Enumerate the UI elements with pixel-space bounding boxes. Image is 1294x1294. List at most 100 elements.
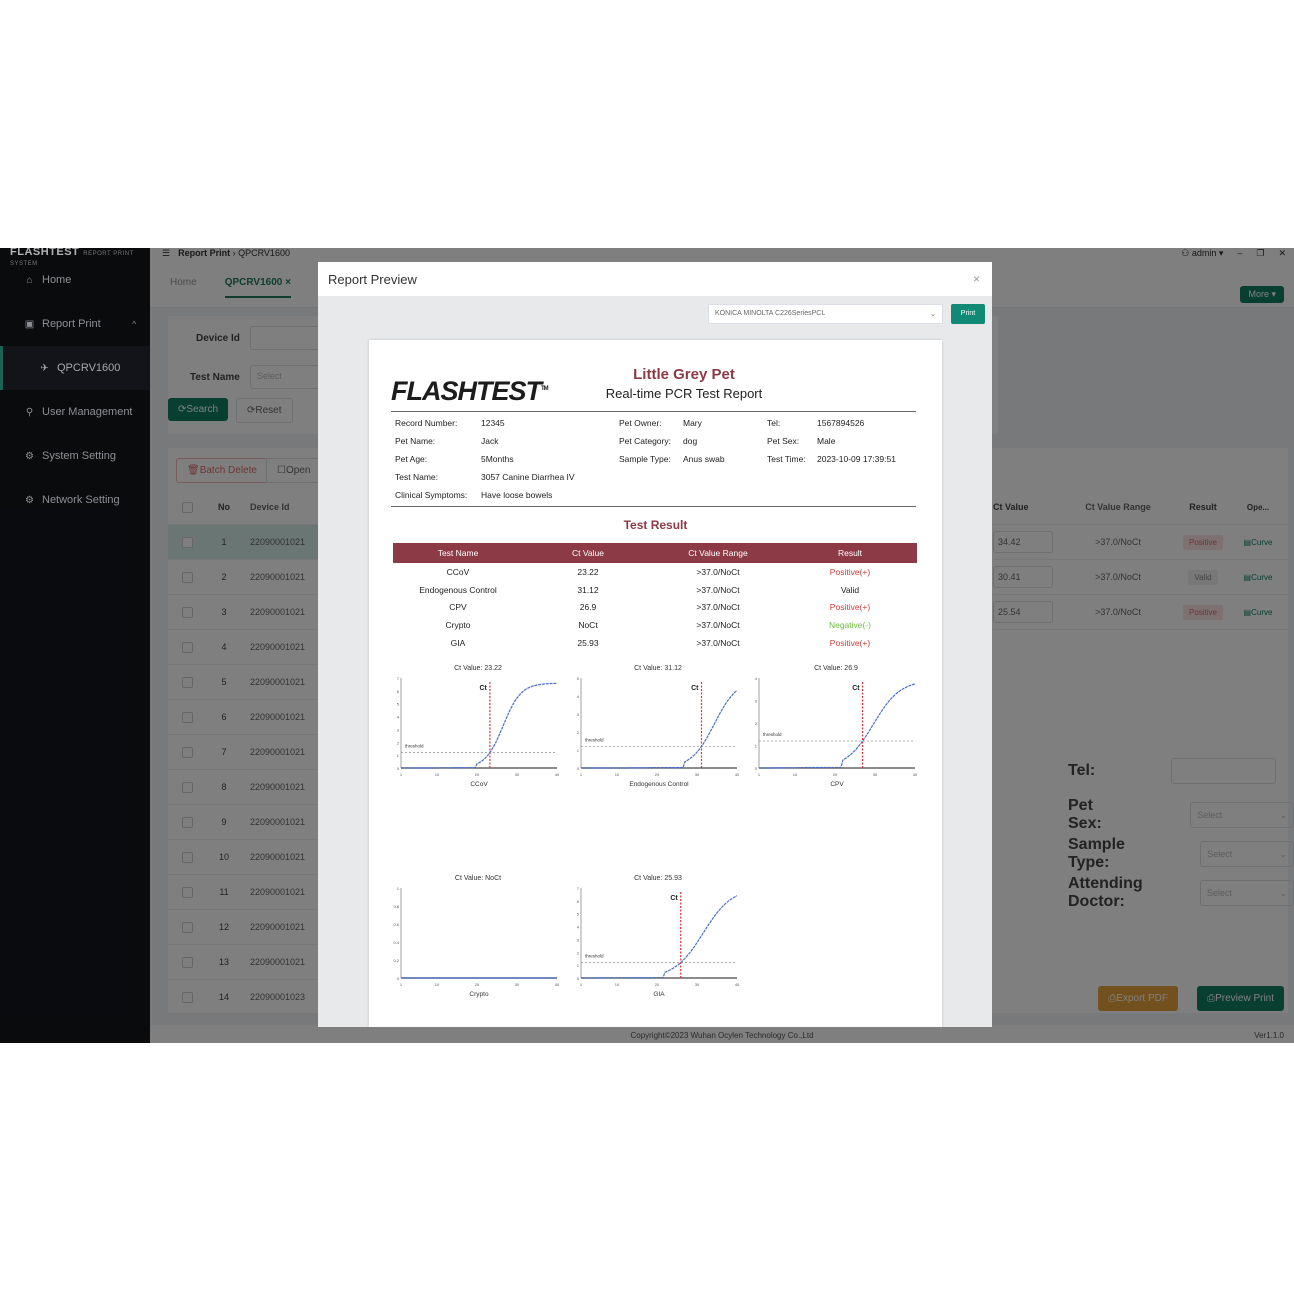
pet-sex: Male (817, 436, 836, 446)
chevron-down-icon: ⌄ (930, 311, 936, 318)
info-label: Test Time: (767, 454, 806, 464)
brand-logo: FLASHTESTTM (391, 376, 549, 406)
result-status: Positive(+) (829, 602, 871, 613)
x-tick-label: 1 (580, 982, 583, 987)
amplification-curve (401, 682, 558, 769)
y-tick-label: 4 (577, 925, 580, 930)
threshold-label: threshold (585, 737, 604, 742)
pet-name: Jack (481, 436, 499, 446)
result-test-name: Endogenous Control (419, 584, 497, 595)
amplification-curve (581, 690, 738, 769)
chart-title: Ct Value: 26.9 (814, 665, 858, 672)
y-tick-label: 0.8 (393, 904, 399, 909)
close-icon[interactable]: × (973, 272, 980, 286)
x-axis-label: CPV (830, 781, 844, 788)
x-tick-label: 40 (555, 982, 560, 987)
result-test-name: CPV (449, 602, 467, 613)
y-tick-label: 2 (397, 740, 400, 745)
result-table: Test Name Ct Value Ct Value Range Result… (393, 543, 917, 652)
y-tick-label: 0 (397, 766, 400, 771)
report-preview-modal: Report Preview × KONICA MINOLTA C226Seri… (318, 262, 992, 1027)
chart-title: Ct Value: NoCt (455, 875, 501, 882)
ct-label: Ct (479, 685, 487, 692)
result-ct-value: 26.9 (579, 602, 597, 613)
y-tick-label: 0.2 (393, 958, 399, 963)
printer-name: KONICA MINOLTA C226SeriesPCL (715, 310, 826, 317)
result-table-header: Test Name Ct Value Ct Value Range Result (393, 543, 917, 563)
info-label: Pet Sex: (767, 436, 800, 446)
x-tick-label: 30 (873, 772, 878, 777)
result-ct-range: >37.0/NoCt (696, 602, 740, 613)
result-ct-value: 23.22 (577, 566, 599, 577)
y-tick-label: 6 (397, 689, 400, 694)
result-ct-value: 25.93 (577, 638, 599, 649)
result-status: Positive(+) (829, 566, 871, 577)
x-tick-label: 20 (655, 772, 660, 777)
y-tick-label: 1 (577, 748, 580, 753)
result-row: Endogenous Control 31.12 >37.0/NoCt Valid (393, 581, 917, 599)
test-time: 2023-10-09 17:39:51 (817, 454, 896, 464)
x-tick-label: 20 (655, 982, 660, 987)
result-status: Negative(-) (828, 620, 872, 631)
info-label: Tel: (767, 418, 781, 428)
column-result: Result (837, 548, 863, 558)
divider (391, 411, 916, 412)
y-tick-label: 0 (755, 766, 758, 771)
y-tick-label: 1 (577, 963, 580, 968)
pet-category: dog (683, 436, 698, 446)
result-ct-range: >37.0/NoCt (696, 584, 740, 595)
y-tick-label: 1 (397, 886, 400, 891)
report-title: Real-time PCR Test Report (605, 386, 763, 401)
pet-owner: Mary (683, 418, 702, 428)
y-tick-label: 5 (397, 702, 400, 707)
x-tick-label: 1 (580, 772, 583, 777)
y-tick-label: 0 (577, 766, 580, 771)
divider (391, 506, 916, 507)
x-tick-label: 10 (793, 772, 798, 777)
y-tick-label: 4 (397, 715, 400, 720)
info-label: Sample Type: (619, 454, 671, 464)
result-ct-range: >37.0/NoCt (696, 638, 740, 649)
amplification-curve (759, 683, 916, 769)
result-row: GIA 25.93 >37.0/NoCt Positive(+) (393, 634, 917, 652)
sidebar-overlay (0, 248, 150, 1043)
result-ct-value: NoCt (578, 620, 598, 631)
y-tick-label: 5 (577, 912, 580, 917)
y-tick-label: 4 (577, 694, 580, 699)
ct-label: Ct (670, 895, 678, 902)
y-tick-label: 1 (397, 753, 400, 758)
x-tick-label: 20 (475, 982, 480, 987)
column-ct-range: Ct Value Range (688, 548, 748, 558)
print-button[interactable]: Print (951, 304, 985, 324)
y-tick-label: 3 (755, 699, 758, 704)
y-tick-label: 3 (577, 937, 580, 942)
x-tick-label: 1 (758, 772, 761, 777)
amplification-chart: Ct Value: 31.120123451 10 20 30 40Endogenous… (577, 665, 740, 788)
sample-type: Anus swab (683, 454, 725, 464)
chart-title: Ct Value: 31.12 (634, 665, 682, 672)
chart-title: Ct Value: 25.93 (634, 875, 682, 882)
info-label: Pet Owner: (619, 418, 662, 428)
pet-age: 5Months (481, 454, 514, 464)
result-row: CCoV 23.22 >37.0/NoCt Positive(+) (393, 563, 917, 581)
y-tick-label: 0 (397, 976, 400, 981)
amplification-curve (581, 895, 738, 979)
x-tick-label: 30 (695, 982, 700, 987)
patient-info: Record Number: 12345 Pet Owner: Mary Tel: 156… (395, 418, 915, 508)
result-ct-value: 31.12 (577, 584, 599, 595)
x-tick-label: 30 (515, 772, 520, 777)
org-name: Little Grey Pet (633, 366, 735, 383)
result-row: CPV 26.9 >37.0/NoCt Positive(+) (393, 599, 917, 617)
y-tick-label: 2 (755, 721, 758, 726)
modal-title: Report Preview (328, 271, 417, 287)
y-tick-label: 0.4 (393, 940, 399, 945)
result-status: Positive(+) (829, 638, 871, 649)
printer-select[interactable]: KONICA MINOLTA C226SeriesPCL ⌄ (708, 304, 943, 324)
column-ct-value: Ct Value (572, 548, 604, 558)
record-number: 12345 (481, 418, 505, 428)
x-tick-label: 10 (435, 772, 440, 777)
tel-value: 1567894526 (817, 418, 865, 428)
y-tick-label: 5 (577, 676, 580, 681)
threshold-label: threshold (585, 954, 604, 959)
report-title-block: Little Grey Pet Real-time PCR Test Repor… (569, 366, 799, 401)
